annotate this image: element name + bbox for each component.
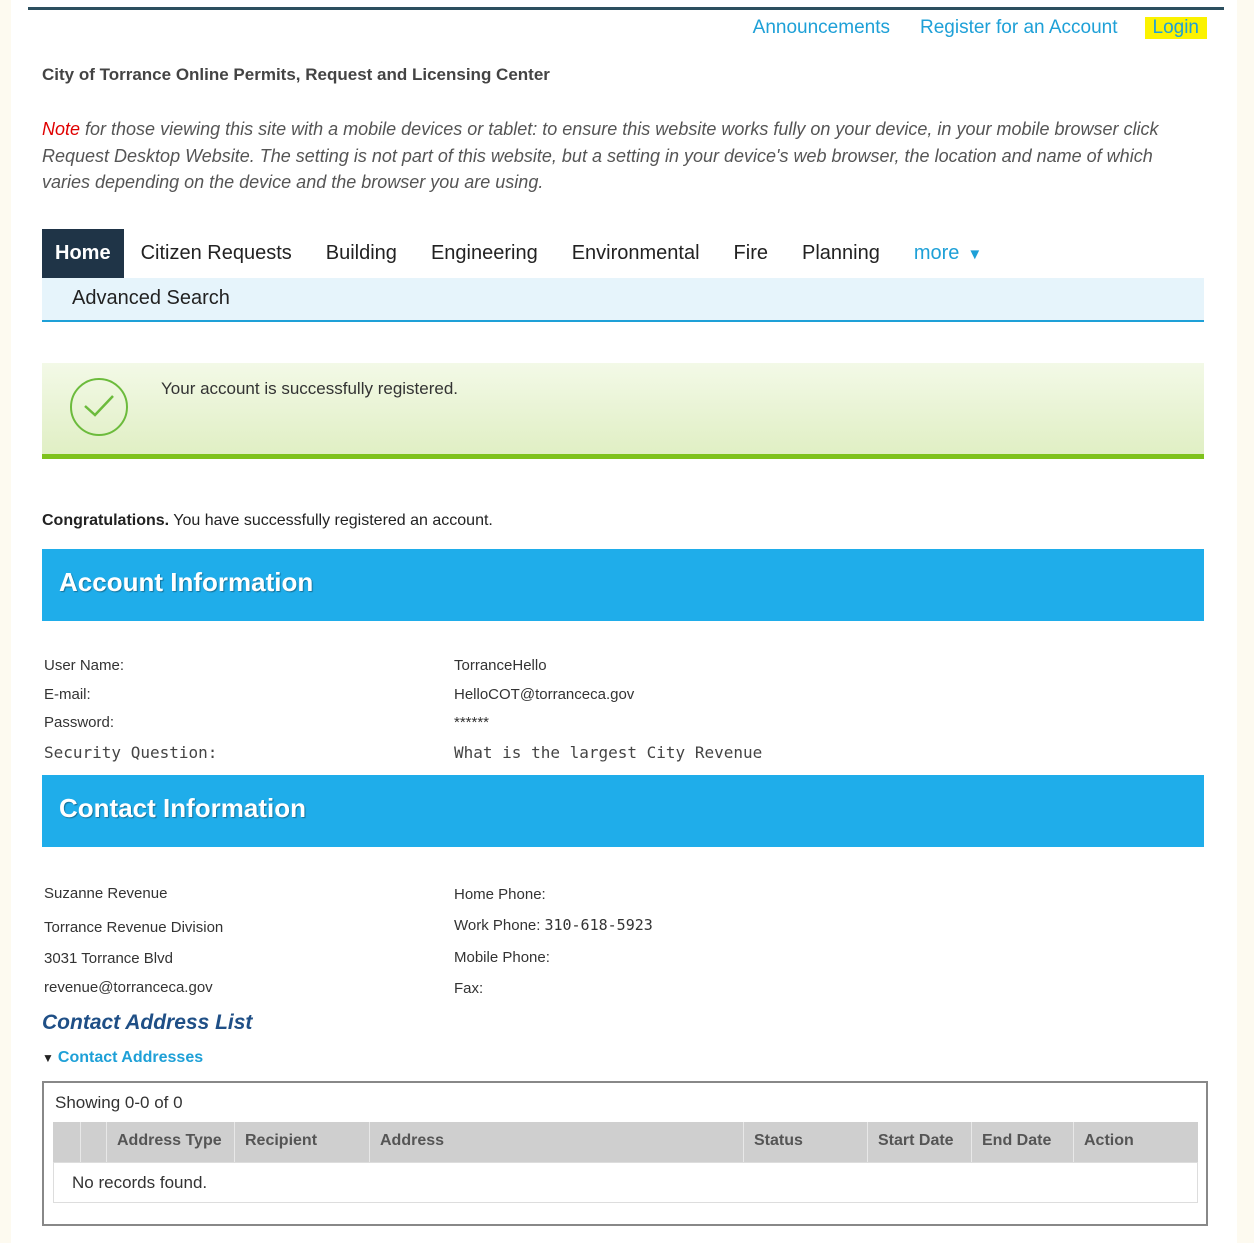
- security-question-label: Security Question:: [44, 743, 218, 762]
- account-info-header: Account Information: [42, 549, 1204, 621]
- home-phone-label: Home Phone:: [454, 886, 546, 903]
- info-row-security-question: Security Question: What is the largest C…: [44, 743, 1144, 765]
- password-value: ******: [454, 714, 490, 731]
- password-label: Password:: [44, 714, 115, 731]
- tab-citizen-requests[interactable]: Citizen Requests: [124, 229, 309, 278]
- contact-email: revenue@torranceca.gov: [44, 979, 213, 996]
- header-spacer-1: [53, 1122, 80, 1162]
- success-banner: Your account is successfully registered.: [42, 363, 1204, 459]
- congrats-text: Congratulations. You have successfully r…: [42, 512, 493, 530]
- info-row-email: E-mail: HelloCOT@torranceca.gov: [44, 686, 1144, 708]
- tab-fire[interactable]: Fire: [717, 229, 785, 278]
- info-row-username: User Name: TorranceHello: [44, 657, 1144, 679]
- contact-organization: Torrance Revenue Division: [44, 919, 224, 936]
- caret-down-icon: ▼: [42, 1051, 54, 1065]
- email-label: E-mail:: [44, 686, 91, 703]
- header-start-date[interactable]: Start Date: [867, 1122, 971, 1162]
- header-address[interactable]: Address: [369, 1122, 743, 1162]
- announcements-link[interactable]: Announcements: [750, 17, 893, 39]
- site-title: City of Torrance Online Permits, Request…: [42, 65, 550, 84]
- tab-building[interactable]: Building: [309, 229, 414, 278]
- fax-label: Fax:: [454, 980, 484, 997]
- work-phone-row: Work Phone: 310-618-5923: [454, 916, 653, 934]
- address-table-container: Showing 0-0 of 0 Address Type Recipient …: [42, 1081, 1208, 1226]
- tab-home[interactable]: Home: [42, 229, 124, 286]
- tab-more[interactable]: more ▼: [897, 229, 999, 278]
- mobile-phone-label: Mobile Phone:: [454, 949, 550, 966]
- note-text: for those viewing this site with a mobil…: [42, 119, 1159, 192]
- account-info-title: Account Information: [59, 567, 314, 597]
- register-link[interactable]: Register for an Account: [917, 17, 1121, 39]
- main-nav: Home Citizen Requests Building Engineeri…: [42, 229, 1204, 286]
- email-value: HelloCOT@torranceca.gov: [454, 686, 635, 703]
- security-question-value: What is the largest City Revenue: [454, 743, 763, 762]
- advanced-search-link[interactable]: Advanced Search: [72, 287, 230, 310]
- no-records-text: No records found.: [72, 1173, 208, 1192]
- contact-addresses-toggle[interactable]: ▼ Contact Addresses: [42, 1049, 203, 1067]
- home-phone-row: Home Phone:: [454, 885, 550, 903]
- congrats-bold: Congratulations.: [42, 512, 170, 529]
- username-value: TorranceHello: [454, 657, 547, 674]
- contact-address-list-title: Contact Address List: [42, 1011, 253, 1034]
- contact-addresses-label: Contact Addresses: [57, 1049, 204, 1066]
- mobile-note: Note for those viewing this site with a …: [42, 116, 1192, 196]
- tab-engineering[interactable]: Engineering: [414, 229, 555, 278]
- tab-planning[interactable]: Planning: [785, 229, 897, 278]
- header-recipient[interactable]: Recipient: [234, 1122, 369, 1162]
- header-address-type[interactable]: Address Type: [106, 1122, 234, 1162]
- work-phone-label: Work Phone:: [454, 917, 541, 934]
- table-empty-row: No records found.: [53, 1162, 1198, 1203]
- tab-environmental[interactable]: Environmental: [555, 229, 717, 278]
- fax-row: Fax:: [454, 979, 487, 997]
- top-rule: [28, 7, 1224, 10]
- login-link[interactable]: Login: [1144, 17, 1207, 39]
- congrats-rest: You have successfully registered an acco…: [169, 512, 493, 529]
- info-row-password: Password: ******: [44, 714, 1144, 736]
- caret-down-icon: ▼: [967, 246, 983, 263]
- table-header: Address Type Recipient Address Status St…: [53, 1122, 1198, 1162]
- showing-count: Showing 0-0 of 0: [55, 1093, 183, 1112]
- header-select-column[interactable]: [80, 1122, 106, 1162]
- contact-name: Suzanne Revenue: [44, 885, 168, 902]
- work-phone-value: 310-618-5923: [544, 916, 653, 934]
- success-message: Your account is successfully registered.: [161, 379, 459, 398]
- sub-nav: Advanced Search: [42, 278, 1204, 322]
- mobile-phone-row: Mobile Phone:: [454, 948, 554, 966]
- header-end-date[interactable]: End Date: [971, 1122, 1073, 1162]
- top-links: Announcements Register for an Account Lo…: [726, 17, 1207, 39]
- contact-info-title: Contact Information: [59, 793, 306, 823]
- more-label: more: [913, 242, 960, 264]
- page: Announcements Register for an Account Lo…: [11, 0, 1237, 1243]
- header-action[interactable]: Action: [1073, 1122, 1198, 1162]
- note-label: Note: [42, 119, 81, 139]
- username-label: User Name:: [44, 657, 125, 674]
- header-status[interactable]: Status: [743, 1122, 867, 1162]
- contact-info-header: Contact Information: [42, 775, 1204, 847]
- contact-street: 3031 Torrance Blvd: [44, 950, 173, 967]
- checkmark-circle-icon: [70, 378, 128, 436]
